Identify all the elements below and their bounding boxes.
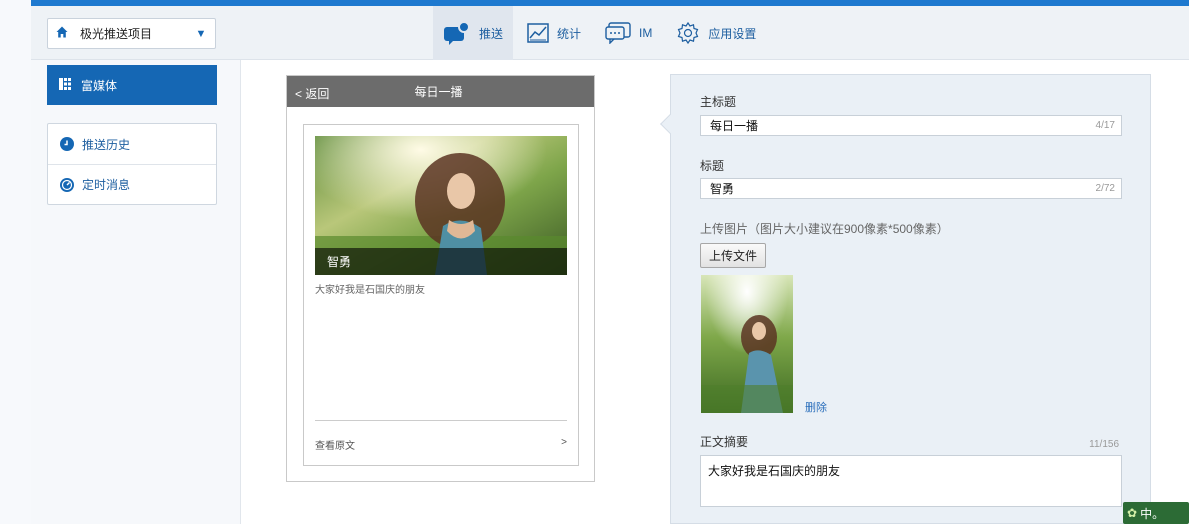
phone-header: < 返回 每日一播 [287, 76, 594, 107]
main-title-value: 每日一播 [710, 119, 759, 133]
tab-app-settings[interactable]: 应用设置 [666, 6, 766, 60]
tab-statistics-label: 统计 [557, 26, 582, 41]
phone-preview: < 返回 每日一播 智勇 大家好我是石国庆的朋友 查看原文 > [286, 75, 595, 482]
edit-form-panel: 主标题 每日一播 4/17 标题 智勇 2/72 上传图片（图片大小建议在900… [660, 74, 1151, 524]
panel-pointer [660, 114, 680, 134]
upload-file-button[interactable]: 上传文件 [700, 243, 767, 268]
tab-push-label: 推送 [479, 26, 504, 41]
caret-down-icon: ▼ [195, 27, 207, 40]
main-content: < 返回 每日一播 智勇 大家好我是石国庆的朋友 查看原文 > 主标题 每日一播… [241, 60, 1189, 524]
summary-label: 正文摘要 [700, 435, 749, 449]
summary-counter: 11/156 [1089, 439, 1119, 450]
flower-icon: ✿ [1127, 506, 1138, 520]
tab-app-settings-label: 应用设置 [708, 26, 757, 41]
tab-im[interactable]: IM [595, 6, 662, 60]
home-icon [48, 26, 76, 41]
card-description: 大家好我是石国庆的朋友 [315, 285, 425, 296]
title-label: 标题 [700, 159, 725, 173]
title-input[interactable]: 智勇 2/72 [700, 178, 1122, 199]
main-tabs: 推送 统计 IM 应用设置 [433, 6, 770, 60]
project-name: 极光推送项目 [80, 27, 153, 41]
main-title-label: 主标题 [700, 95, 737, 109]
main-title-counter: 4/17 [1095, 120, 1115, 131]
chat-bubble-icon [443, 20, 471, 46]
top-navigation: 极光推送项目 ▼ 推送 统计 IM 应用设置 [31, 6, 1189, 60]
read-original-link[interactable]: 查看原文 > [315, 437, 567, 452]
sidebar-item-label: 推送历史 [82, 137, 131, 152]
sidebar-item-push-history[interactable]: 推送历史 [48, 124, 216, 164]
read-original-label: 查看原文 [315, 441, 355, 452]
sidebar-item-label: 定时消息 [82, 178, 131, 192]
clock-icon [60, 137, 74, 151]
ime-text: 中。 [1140, 506, 1165, 521]
summary-textarea[interactable]: 大家好我是石国庆的朋友 [700, 455, 1122, 507]
gear-icon [676, 21, 700, 45]
card-divider [315, 420, 567, 421]
title-counter: 2/72 [1095, 183, 1115, 194]
left-gutter [0, 0, 31, 524]
sidebar-item-label: 富媒体 [81, 78, 118, 93]
cover-caption: 智勇 [315, 248, 567, 275]
tab-im-label: IM [639, 26, 653, 40]
tab-push[interactable]: 推送 [433, 6, 514, 60]
timer-icon [60, 177, 74, 192]
chevron-right-icon: > [561, 437, 567, 448]
sidebar-group: 推送历史 定时消息 [47, 123, 217, 205]
delete-image-link[interactable]: 删除 [805, 399, 827, 415]
upload-image-label: 上传图片（图片大小建议在900像素*500像素） [700, 222, 949, 236]
tab-statistics[interactable]: 统计 [517, 6, 591, 60]
grid-icon [59, 78, 73, 92]
back-link[interactable]: < 返回 [295, 85, 329, 102]
chart-icon [527, 23, 549, 43]
article-card: 智勇 大家好我是石国庆的朋友 查看原文 > [303, 124, 579, 466]
sidebar-item-rich-media[interactable]: 富媒体 [47, 65, 217, 105]
uploaded-image-thumbnail [701, 275, 793, 413]
sidebar: 富媒体 推送历史 定时消息 [31, 60, 241, 524]
ime-indicator[interactable]: ✿ 中。 [1123, 502, 1189, 524]
im-message-icon [605, 22, 631, 44]
preview-title: 每日一播 [414, 85, 463, 99]
title-value: 智勇 [710, 182, 735, 196]
cover-image: 智勇 [315, 136, 567, 275]
sidebar-item-scheduled-messages[interactable]: 定时消息 [48, 164, 216, 204]
project-selector[interactable]: 极光推送项目 ▼ [47, 18, 216, 49]
main-title-input[interactable]: 每日一播 4/17 [700, 115, 1122, 136]
